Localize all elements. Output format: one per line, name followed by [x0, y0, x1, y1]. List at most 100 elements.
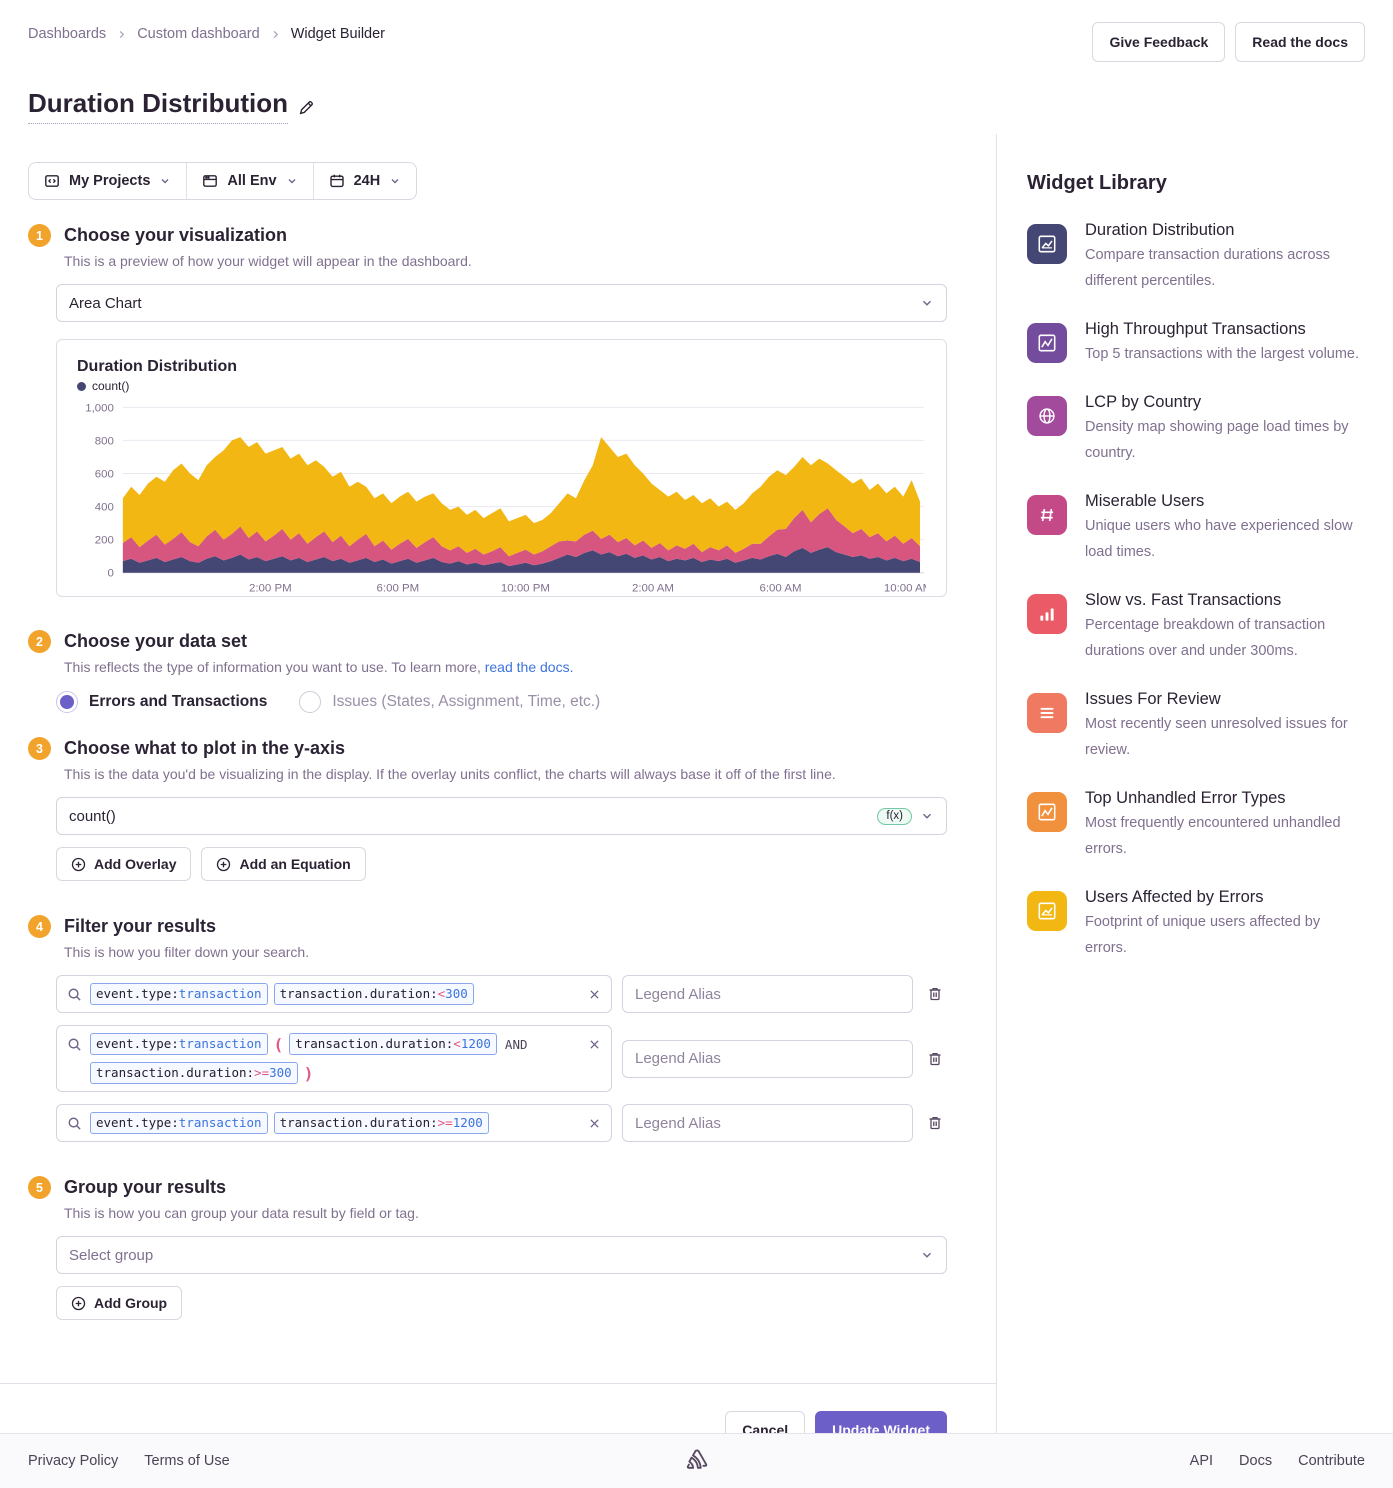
- step-subtitle: This reflects the type of information yo…: [64, 659, 947, 675]
- yaxis-field-select[interactable]: count() f(x): [56, 797, 947, 835]
- query-token[interactable]: event.type:transaction: [90, 1112, 268, 1134]
- step-title: Choose what to plot in the y-axis: [64, 738, 345, 759]
- step-title: Filter your results: [64, 916, 216, 937]
- legend-alias-input[interactable]: [622, 975, 913, 1013]
- chevron-down-icon: [920, 296, 934, 310]
- step-subtitle: This is how you filter down your search.: [64, 944, 947, 960]
- radio-selected-icon: [56, 691, 78, 713]
- page-header: DashboardsCustom dashboardWidget Builder…: [0, 0, 1393, 124]
- delete-filter-button[interactable]: [923, 982, 947, 1006]
- footer-link[interactable]: Privacy Policy: [28, 1453, 118, 1469]
- widget-library-item[interactable]: Miserable Users Unique users who have exp…: [1027, 492, 1365, 565]
- search-icon: [67, 987, 82, 1002]
- widget-library-item[interactable]: Slow vs. Fast TransactionsPercentage bre…: [1027, 591, 1365, 664]
- footer-link[interactable]: API: [1190, 1453, 1213, 1469]
- preview-chart-title: Duration Distribution: [77, 358, 926, 376]
- query-token[interactable]: transaction.duration:>=1200: [274, 1112, 489, 1134]
- legend-alias-input[interactable]: [622, 1040, 913, 1078]
- page-footer: Privacy Policy Terms of Use API Docs Contri…: [0, 1433, 1393, 1488]
- dataset-radio-option[interactable]: Errors and Transactions: [56, 691, 267, 713]
- svg-text:6:00 PM: 6:00 PM: [377, 583, 420, 595]
- projects-filter-label: My Projects: [69, 173, 150, 189]
- widget-library-item-name: Miserable Users: [1085, 492, 1365, 511]
- chevron-down-icon: [389, 175, 401, 187]
- step-subtitle: This is how you can group your data resu…: [64, 1205, 947, 1221]
- svg-text:2:00 PM: 2:00 PM: [249, 583, 292, 595]
- footer-link[interactable]: Contribute: [1298, 1453, 1365, 1469]
- step-number-badge: 3: [28, 737, 51, 760]
- delete-filter-button[interactable]: [923, 1111, 947, 1135]
- dataset-radio-option[interactable]: Issues (States, Assignment, Time, etc.): [299, 691, 600, 713]
- query-token[interactable]: transaction.duration:<1200: [289, 1033, 497, 1055]
- query-token[interactable]: transaction.duration:>=300: [90, 1062, 298, 1084]
- radio-unselected-icon: [299, 691, 321, 713]
- function-badge: f(x): [877, 808, 912, 825]
- widget-library-item-description: Most recently seen unresolved issues for…: [1085, 711, 1365, 763]
- read-the-docs-button[interactable]: Read the docs: [1235, 22, 1365, 62]
- widget-library-item[interactable]: High Throughput TransactionsTop 5 transa…: [1027, 320, 1365, 367]
- dataset-radio-label: Issues (States, Assignment, Time, etc.): [332, 693, 600, 711]
- widget-library-item[interactable]: LCP by CountryDensity map showing page l…: [1027, 393, 1365, 466]
- filter-query-input[interactable]: event.type:transaction transaction.durati…: [56, 1104, 612, 1142]
- widget-library-item-name: Users Affected by Errors: [1085, 888, 1365, 907]
- edit-title-pencil-icon[interactable]: [298, 99, 315, 116]
- add-overlay-label: Add Overlay: [94, 856, 176, 872]
- chevron-down-icon: [920, 1248, 934, 1262]
- add-overlay-button[interactable]: Add Overlay: [56, 847, 191, 881]
- add-group-button[interactable]: Add Group: [56, 1286, 182, 1320]
- widget-library-item[interactable]: Users Affected by ErrorsFootprint of uni…: [1027, 888, 1365, 961]
- add-equation-button[interactable]: Add an Equation: [201, 847, 365, 881]
- trash-icon: [927, 1115, 943, 1131]
- sentry-logo-icon[interactable]: [684, 1448, 710, 1474]
- query-token[interactable]: transaction.duration:<300: [274, 983, 474, 1005]
- widget-library-item-description: Density map showing page load times by c…: [1085, 414, 1365, 466]
- widget-library-panel: Widget Library Duration DistributionComp…: [997, 134, 1393, 1449]
- widget-library-item[interactable]: Top Unhandled Error TypesMost frequently…: [1027, 789, 1365, 862]
- projects-icon: [44, 173, 60, 189]
- breadcrumb-separator-icon: [270, 29, 281, 40]
- preview-chart-svg: 02004006008001,0002:00 PM6:00 PM10:00 PM…: [77, 401, 926, 597]
- clear-filter-icon[interactable]: [588, 1038, 601, 1051]
- delete-filter-button[interactable]: [923, 1047, 947, 1071]
- legend-alias-input[interactable]: [622, 1104, 913, 1142]
- query-token[interactable]: event.type:transaction: [90, 983, 268, 1005]
- group-select-placeholder: Select group: [69, 1247, 920, 1264]
- step-visualization: 1 Choose your visualization This is a pr…: [28, 224, 947, 597]
- widget-library-item[interactable]: Duration DistributionCompare transaction…: [1027, 221, 1365, 294]
- filter-query-input[interactable]: event.type:transaction(transaction.durat…: [56, 1025, 612, 1092]
- breadcrumb-item[interactable]: Dashboards: [28, 26, 106, 42]
- widget-library-item[interactable]: Issues For ReviewMost recently seen unre…: [1027, 690, 1365, 763]
- area-chart-icon: [1027, 891, 1067, 931]
- window-icon: [202, 173, 218, 189]
- add-group-label: Add Group: [94, 1295, 167, 1311]
- give-feedback-button[interactable]: Give Feedback: [1092, 22, 1225, 62]
- filter-row: event.type:transaction transaction.durati…: [56, 1104, 947, 1142]
- add-equation-label: Add an Equation: [239, 856, 350, 872]
- svg-text:10:00 AM: 10:00 AM: [884, 583, 926, 595]
- plus-circle-icon: [71, 1296, 86, 1311]
- environment-filter[interactable]: All Env: [186, 163, 312, 199]
- step-group: 5 Group your results This is how you can…: [28, 1176, 947, 1320]
- step-subtitle: This is the data you'd be visualizing in…: [64, 766, 947, 782]
- footer-link[interactable]: Docs: [1239, 1453, 1272, 1469]
- clear-filter-icon[interactable]: [588, 988, 601, 1001]
- query-token[interactable]: event.type:transaction: [90, 1033, 268, 1055]
- time-range-filter[interactable]: 24H: [313, 163, 417, 199]
- visualization-select[interactable]: Area Chart: [56, 284, 947, 322]
- widget-library-title: Widget Library: [1027, 172, 1365, 195]
- preview-chart-legend: count(): [77, 379, 926, 393]
- clear-filter-icon[interactable]: [588, 1117, 601, 1130]
- breadcrumb: DashboardsCustom dashboardWidget Builder: [28, 22, 385, 42]
- widget-library-item-description: Unique users who have experienced slow l…: [1085, 513, 1365, 565]
- group-select[interactable]: Select group: [56, 1236, 947, 1274]
- plus-circle-icon: [71, 857, 86, 872]
- projects-filter[interactable]: My Projects: [29, 163, 186, 199]
- footer-link[interactable]: Terms of Use: [144, 1453, 229, 1469]
- widget-library-list: Duration DistributionCompare transaction…: [1027, 221, 1365, 961]
- breadcrumb-item[interactable]: Custom dashboard: [137, 26, 260, 42]
- read-the-docs-link[interactable]: read the docs.: [485, 659, 574, 675]
- line-chart-icon: [1027, 792, 1067, 832]
- filter-query-input[interactable]: event.type:transaction transaction.durati…: [56, 975, 612, 1013]
- yaxis-field-value: count(): [69, 808, 877, 825]
- hash-icon: [1027, 495, 1067, 535]
